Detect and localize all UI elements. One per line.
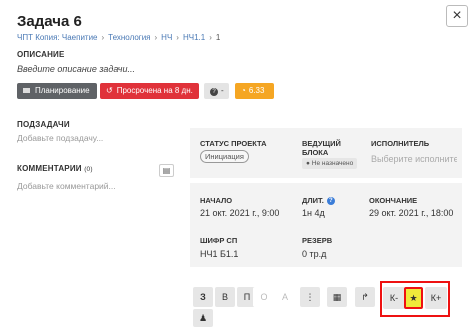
comment-format-icon[interactable]: ▤ [159,164,174,177]
clock-icon: ◔ [241,86,246,95]
comments-title: КОММЕНТАРИИ [17,164,82,173]
breadcrumb-item[interactable]: Технология [108,33,150,42]
share-icon[interactable]: ↱ [355,287,375,307]
executor-select[interactable]: Выберите исполнителя [371,154,457,164]
duration-label: ДЛИТ.? [302,196,335,205]
duration-title: ДЛИТ. [302,196,324,205]
k-minus-button[interactable]: К- [383,287,405,309]
comments-label: КОММЕНТАРИИ (0) [17,164,93,173]
reserve-label: РЕЗЕРВ [302,236,333,245]
help-dropdown[interactable]: ? - [204,83,229,99]
breadcrumb: ЧПТ Копия: Чаепитие › Технология › НЧ › НЧ1.1 ›… [17,33,220,42]
description-label: ОПИСАНИЕ [17,50,65,59]
subtasks-label: ПОДЗАДАЧИ [17,120,70,129]
b-button[interactable]: В [215,287,235,307]
lead-label-2: БЛОКА [302,148,329,157]
planning-button[interactable]: Планирование [17,83,97,99]
z-button[interactable]: З [193,287,213,307]
reserve-value: 0 тр.д [302,249,327,259]
status-label: СТАТУС ПРОЕКТА [200,139,267,148]
calendar-icon[interactable]: ▦ [327,287,347,307]
lead-value: Не назначено [311,160,354,167]
k-plus-button[interactable]: К+ [425,287,447,309]
o-button[interactable]: О [253,287,275,307]
project-panel: СТАТУС ПРОЕКТА Инициация ВЕДУЩИЙ БЛОКА ●… [190,128,462,178]
k-active-button[interactable]: ★ [404,287,423,309]
description-input[interactable]: Введите описание задачи... [17,64,135,74]
start-value[interactable]: 21 окт. 2021 г., 9:00 [200,208,279,218]
folder-icon [23,88,30,93]
planning-label: Планирование [35,86,90,95]
user-icon: ● [306,160,310,167]
chevron-right-icon: › [176,33,179,42]
lead-select[interactable]: ● Не назначено [302,158,358,169]
status-badge[interactable]: Инициация [200,150,249,163]
end-label: ОКОНЧАНИЕ [369,196,418,205]
schedule-panel: НАЧАЛО 21 окт. 2021 г., 9:00 ДЛИТ.? 1н 4… [190,183,462,267]
subtask-input[interactable]: Добавьте подзадачу... [17,133,103,143]
breadcrumb-item[interactable]: НЧ1.1 [183,33,205,42]
chevron-right-icon: › [101,33,105,42]
chevron-down-icon: - [221,86,224,95]
a-button[interactable]: А [275,287,295,307]
executor-label: ИСПОЛНИТЕЛЬ [371,139,430,148]
overdue-button[interactable]: ↺ Просрочена на 8 дн. [100,83,199,99]
code-label: ШИФР СП [200,236,238,245]
page-title: Задача 6 [17,13,82,30]
history-icon: ↺ [106,86,113,95]
comment-input[interactable]: Добавьте комментарий... [17,181,116,191]
question-icon: ? [210,88,218,96]
lead-label: ВЕДУЩИЙ [302,139,341,148]
subtasks-title: ПОДЗАДАЧИ [17,120,70,129]
breadcrumb-item[interactable]: НЧ [161,33,172,42]
start-label: НАЧАЛО [200,196,233,205]
duration-value[interactable]: 1н 4д [302,208,325,218]
breadcrumb-item[interactable]: ЧПТ Копия: Чаепитие [17,33,98,42]
score-label: 6.33 [248,86,265,95]
score-badge[interactable]: ◔ 6.33 [235,83,274,99]
close-icon[interactable]: × [446,5,468,27]
overdue-label: Просрочена на 8 дн. [116,86,193,95]
chevron-right-icon: › [154,33,158,42]
more-icon[interactable]: ⋮ [300,287,320,307]
user-icon[interactable]: ♟ [193,309,213,327]
chevron-right-icon: › [209,33,212,42]
breadcrumb-item-current: 1 [215,33,221,42]
code-value[interactable]: НЧ1 Б1.1 [200,249,238,259]
comments-count: (0) [84,166,93,173]
question-icon[interactable]: ? [326,197,335,205]
end-value[interactable]: 29 окт. 2021 г., 18:00 [369,208,453,218]
